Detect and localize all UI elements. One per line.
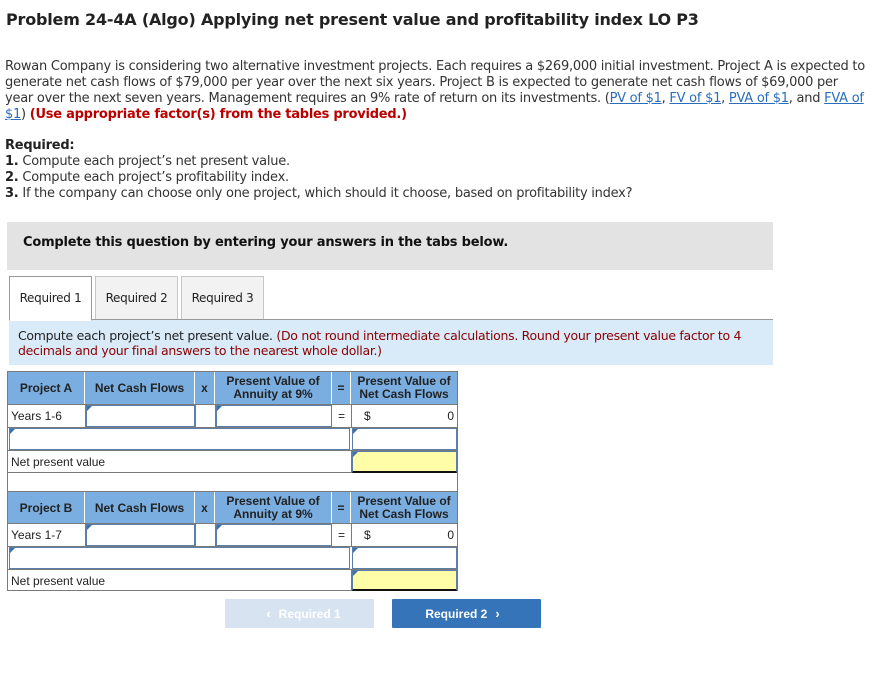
pv-net-cash-flows-header: Present Value of Net Cash Flows	[351, 492, 457, 524]
tab-required-1[interactable]: Required 1	[9, 276, 92, 321]
pv-net-cash-flows-value: 0	[447, 528, 454, 542]
separator: , and	[788, 91, 825, 106]
npv-label: Net present value	[11, 573, 106, 588]
prev-required-button[interactable]: ‹ Required 1	[225, 599, 374, 628]
col-divider	[195, 404, 196, 428]
pv-factor-input[interactable]	[216, 524, 332, 546]
required-heading: Required:	[5, 138, 75, 153]
col-divider	[351, 523, 352, 547]
banner-text: Complete this question by entering your …	[23, 235, 509, 250]
net-cash-flows-header: Net Cash Flows	[85, 492, 195, 524]
separator: )	[21, 107, 30, 122]
chevron-left-icon: ‹	[266, 606, 271, 621]
item-text: Compute each project’s profitability ind…	[18, 170, 289, 185]
project-b-table: Project B Net Cash Flows x Present Value…	[7, 491, 458, 591]
item-text: If the company can choose only one proje…	[18, 186, 633, 201]
npv-input[interactable]	[352, 451, 457, 473]
years-label: Years 1-6	[11, 409, 62, 423]
pv-net-cash-flows-value: 0	[447, 409, 454, 423]
required-item: 2. Compute each project’s profitability …	[5, 170, 632, 186]
tab-required-2[interactable]: Required 2	[95, 276, 178, 320]
required-item: 1. Compute each project’s net present va…	[5, 154, 632, 170]
chevron-right-icon: ›	[495, 606, 500, 621]
pv-of-1-link[interactable]: PV of $1	[610, 91, 662, 106]
tab-instruction: Compute each project’s net present value…	[9, 320, 773, 365]
project-a-table: Project A Net Cash Flows x Present Value…	[7, 371, 458, 473]
project-a-header: Project A	[8, 372, 85, 404]
item-number: 1.	[5, 154, 19, 169]
net-cash-flows-header: Net Cash Flows	[85, 372, 195, 404]
equals-sign: =	[337, 409, 345, 423]
problem-title: Problem 24-4A (Algo) Applying net presen…	[6, 10, 699, 29]
project-b-header: Project B	[8, 492, 85, 524]
instruction-banner: Complete this question by entering your …	[7, 222, 773, 270]
col-divider	[195, 523, 196, 547]
npv-input[interactable]	[352, 570, 457, 591]
extra-row-label-input[interactable]	[9, 547, 350, 569]
years-label: Years 1-7	[11, 528, 62, 542]
pv-annuity-header: Present Value of Annuity at 9%	[215, 492, 332, 524]
required-item: 3. If the company can choose only one pr…	[5, 186, 633, 202]
multiply-operator: x	[195, 372, 215, 404]
equals-operator: =	[332, 372, 351, 404]
fv-of-1-link[interactable]: FV of $1	[669, 91, 721, 106]
item-number: 2.	[5, 170, 19, 185]
next-required-button[interactable]: Required 2 ›	[392, 599, 541, 628]
equals-sign: =	[337, 528, 345, 542]
problem-intro: Rowan Company is considering two alterna…	[5, 59, 865, 123]
pv-annuity-header: Present Value of Annuity at 9%	[215, 372, 332, 404]
extra-row-value-input[interactable]	[352, 428, 457, 450]
table-spacer	[7, 473, 458, 492]
extra-row-label-input[interactable]	[9, 428, 350, 450]
net-cash-flows-input[interactable]	[86, 524, 195, 546]
item-number: 3.	[5, 186, 19, 201]
prev-button-label: Required 1	[278, 606, 341, 621]
tab-required-3[interactable]: Required 3	[181, 276, 264, 320]
multiply-operator: x	[195, 492, 215, 524]
col-divider	[351, 404, 352, 428]
net-cash-flows-input[interactable]	[86, 405, 195, 427]
pv-net-cash-flows-header: Present Value of Net Cash Flows	[351, 372, 457, 404]
intro-instruction: (Use appropriate factor(s) from the tabl…	[29, 107, 407, 122]
note-text: Compute each project’s net present value…	[18, 328, 277, 343]
required-list: Required: 1. Compute each project’s net …	[5, 138, 633, 202]
separator: ,	[721, 91, 729, 106]
npv-label: Net present value	[11, 455, 106, 469]
pv-factor-input[interactable]	[216, 405, 332, 427]
next-button-label: Required 2	[425, 606, 488, 621]
pva-of-1-link[interactable]: PVA of $1	[729, 91, 789, 106]
extra-row-value-input[interactable]	[352, 547, 457, 569]
item-text: Compute each project’s net present value…	[18, 154, 290, 169]
equals-operator: =	[332, 492, 351, 524]
